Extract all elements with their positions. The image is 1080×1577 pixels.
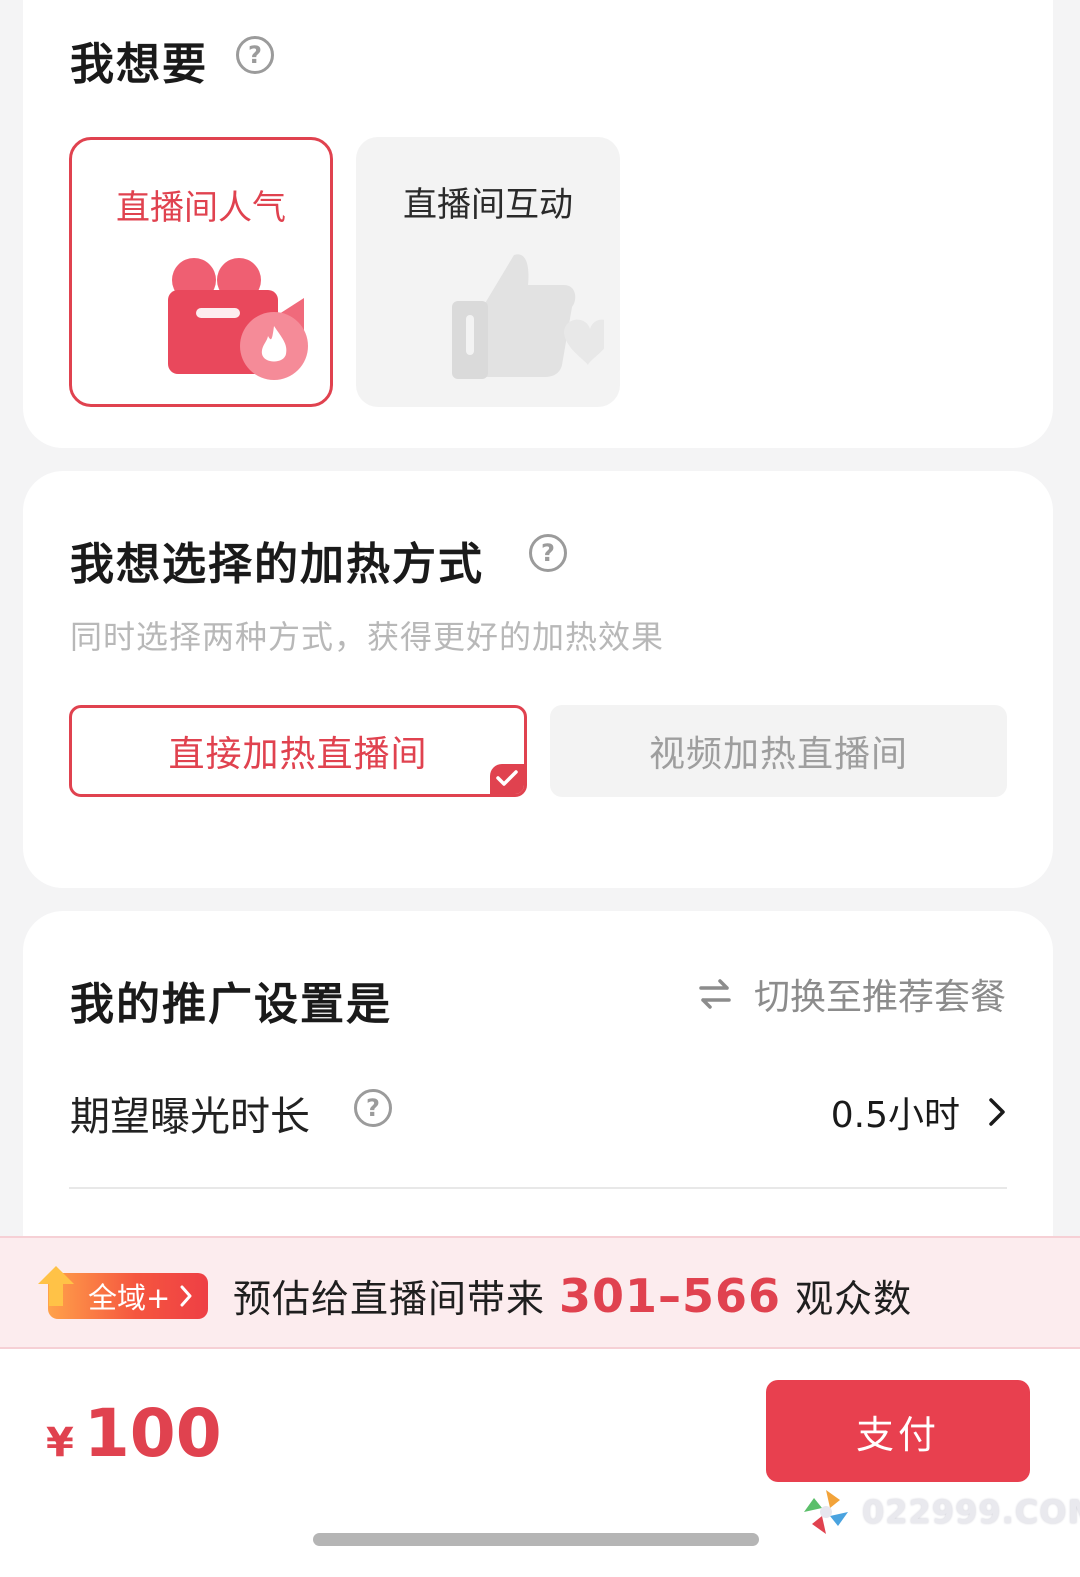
currency-symbol: ¥ bbox=[46, 1420, 74, 1466]
question-circle-icon[interactable]: ? bbox=[354, 1089, 392, 1127]
goal-option-label: 直播间人气 bbox=[116, 188, 286, 228]
exposure-duration-selector[interactable]: 0.5小时 bbox=[831, 1086, 1006, 1138]
settings-card bbox=[23, 911, 1053, 1241]
price: ¥ 100 bbox=[46, 1395, 222, 1472]
goal-option-popularity[interactable]: 直播间人气 bbox=[69, 137, 333, 407]
chevron-right-icon bbox=[989, 1098, 1005, 1126]
swap-arrows-icon bbox=[699, 979, 731, 1009]
pay-button[interactable]: 支付 bbox=[766, 1380, 1030, 1482]
arrow-up-icon bbox=[38, 1266, 74, 1306]
goal-option-label: 直播间互动 bbox=[403, 185, 573, 225]
divider bbox=[69, 1187, 1007, 1189]
estimate-text: 预估给直播间带来 301–566 观众数 bbox=[233, 1268, 912, 1323]
question-circle-icon[interactable]: ? bbox=[236, 36, 274, 74]
switch-package-link[interactable]: 切换至推荐套餐 bbox=[698, 968, 1006, 1020]
method-option-label: 直接加热直播间 bbox=[168, 734, 428, 775]
chevron-right-icon bbox=[180, 1285, 192, 1307]
method-subtitle: 同时选择两种方式，获得更好的加热效果 bbox=[70, 618, 665, 656]
thumbs-up-heart-icon bbox=[452, 254, 604, 379]
method-title: 我想选择的加热方式 bbox=[70, 539, 484, 590]
global-plus-label: 全域+ bbox=[88, 1281, 171, 1315]
estimate-range: 301–566 bbox=[559, 1269, 782, 1323]
watermark-logo-icon bbox=[804, 1490, 848, 1534]
exposure-duration-label: 期望曝光时长 bbox=[70, 1094, 310, 1140]
question-circle-icon[interactable]: ? bbox=[529, 534, 567, 572]
switch-package-label: 切换至推荐套餐 bbox=[753, 977, 1006, 1018]
goal-title: 我想要 bbox=[70, 39, 208, 90]
estimate-banner: 全域+ 预估给直播间带来 301–566 观众数 bbox=[0, 1236, 1080, 1349]
settings-title: 我的推广设置是 bbox=[70, 979, 392, 1030]
watermark: 022999.COM bbox=[800, 1486, 1080, 1538]
method-option-label: 视频加热直播间 bbox=[648, 734, 908, 775]
estimate-prefix: 预估给直播间带来 bbox=[233, 1277, 546, 1321]
method-option-video[interactable]: 视频加热直播间 bbox=[550, 705, 1007, 797]
price-amount: 100 bbox=[83, 1395, 222, 1472]
exposure-duration-value: 0.5小时 bbox=[830, 1095, 960, 1136]
watermark-text: 022999.COM bbox=[862, 1493, 1080, 1531]
home-indicator[interactable] bbox=[313, 1533, 759, 1546]
goal-option-interaction[interactable]: 直播间互动 bbox=[356, 137, 620, 407]
method-option-direct[interactable]: 直接加热直播间 bbox=[69, 705, 527, 797]
estimate-suffix: 观众数 bbox=[795, 1277, 913, 1321]
video-camera-fire-icon bbox=[168, 258, 308, 380]
check-corner-icon bbox=[490, 764, 524, 794]
